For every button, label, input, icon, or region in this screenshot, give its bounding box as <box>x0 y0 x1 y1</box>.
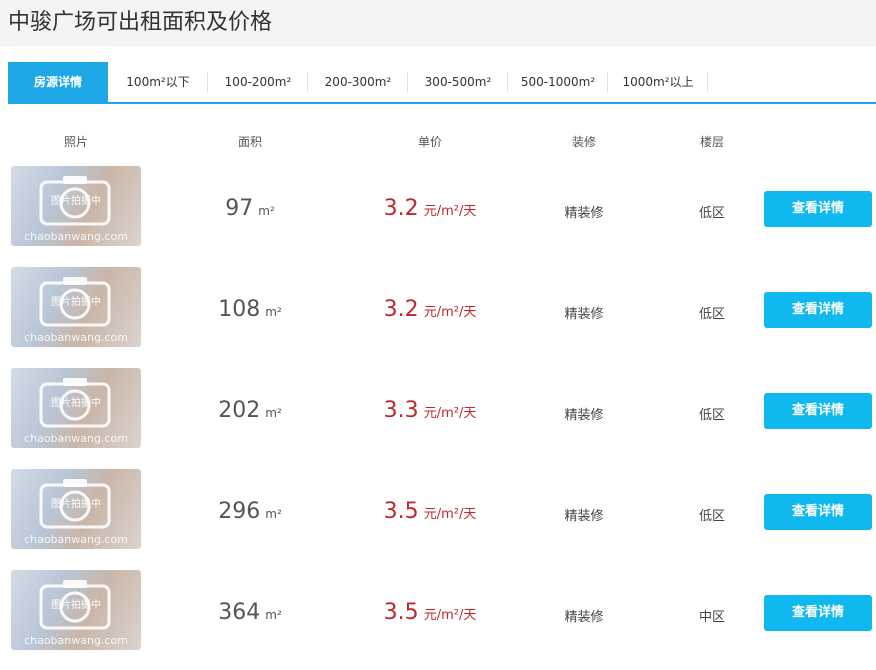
listing-row: 图片拍摄中 chaobanwang.com 97 m² 3.2 元/m²/天 精… <box>0 166 876 246</box>
listing-photo[interactable]: 图片拍摄中 chaobanwang.com <box>11 267 141 347</box>
tab-divider <box>707 72 708 92</box>
decoration-value: 精装修 <box>564 610 604 625</box>
listing-row: 图片拍摄中 chaobanwang.com 364 m² 3.5 元/m²/天 … <box>0 570 876 650</box>
listing-photo[interactable]: 图片拍摄中 chaobanwang.com <box>11 368 141 448</box>
tab-label: 100m²以下 <box>126 75 190 89</box>
area-unit: m² <box>265 608 282 622</box>
view-details-button[interactable]: 查看详情 <box>764 191 872 227</box>
floor-value: 低区 <box>698 307 725 322</box>
watermark-text: chaobanwang.com <box>24 230 128 243</box>
tab-under-100[interactable]: 100m²以下 <box>108 62 208 102</box>
decoration-value: 精装修 <box>564 408 604 423</box>
price-value: 3.3 <box>383 398 419 423</box>
floor-value: 中区 <box>698 610 725 625</box>
tab-listing-details[interactable]: 房源详情 <box>8 62 108 102</box>
watermark-text: chaobanwang.com <box>24 432 128 445</box>
title-bar: 中骏广场可出租面积及价格 <box>0 0 876 46</box>
tab-over-1000[interactable]: 1000m²以上 <box>608 62 708 102</box>
area-cell: 364 m² <box>190 600 310 625</box>
column-header-area: 面积 <box>237 135 262 149</box>
watermark-text: chaobanwang.com <box>24 634 128 647</box>
area-value: 296 <box>218 499 261 524</box>
price-cell: 3.2 元/m²/天 <box>360 297 500 322</box>
tab-500-1000[interactable]: 500-1000m² <box>508 62 608 102</box>
watermark-text: chaobanwang.com <box>24 533 128 546</box>
price-value: 3.5 <box>383 499 419 524</box>
decoration-value: 精装修 <box>564 307 604 322</box>
listing-row: 图片拍摄中 chaobanwang.com 108 m² 3.2 元/m²/天 … <box>0 267 876 347</box>
listing-photo[interactable]: 图片拍摄中 chaobanwang.com <box>11 570 141 650</box>
tab-label: 1000m²以上 <box>622 75 694 89</box>
floor-value: 低区 <box>698 509 725 524</box>
view-details-button[interactable]: 查看详情 <box>764 393 872 429</box>
view-details-button[interactable]: 查看详情 <box>764 595 872 631</box>
page-title: 中骏广场可出租面积及价格 <box>8 10 273 35</box>
column-header-photo: 照片 <box>63 135 88 149</box>
price-cell: 3.5 元/m²/天 <box>360 499 500 524</box>
area-cell: 202 m² <box>190 398 310 423</box>
area-value: 97 <box>225 196 254 221</box>
tab-label: 500-1000m² <box>520 75 596 89</box>
column-header-decoration: 装修 <box>571 135 596 149</box>
listing-photo[interactable]: 图片拍摄中 chaobanwang.com <box>11 166 141 246</box>
decoration-value: 精装修 <box>564 509 604 524</box>
tab-label: 100-200m² <box>224 75 292 89</box>
column-header-price: 单价 <box>417 135 442 149</box>
tab-200-300[interactable]: 200-300m² <box>308 62 408 102</box>
area-value: 364 <box>218 600 261 625</box>
watermark-text: chaobanwang.com <box>24 331 128 344</box>
price-unit: 元/m²/天 <box>423 406 477 421</box>
area-cell: 108 m² <box>190 297 310 322</box>
area-value: 108 <box>218 297 261 322</box>
decoration-value: 精装修 <box>564 206 604 221</box>
price-value: 3.5 <box>383 600 419 625</box>
view-details-button[interactable]: 查看详情 <box>764 292 872 328</box>
area-unit: m² <box>258 204 275 218</box>
price-value: 3.2 <box>383 196 419 221</box>
tab-100-200[interactable]: 100-200m² <box>208 62 308 102</box>
area-unit: m² <box>265 507 282 521</box>
tab-300-500[interactable]: 300-500m² <box>408 62 508 102</box>
price-cell: 3.2 元/m²/天 <box>360 196 500 221</box>
price-unit: 元/m²/天 <box>423 305 477 320</box>
photo-pending-caption: 图片拍摄中 <box>51 297 101 308</box>
floor-value: 低区 <box>698 206 725 221</box>
photo-pending-caption: 图片拍摄中 <box>51 600 101 611</box>
listing-row: 图片拍摄中 chaobanwang.com 202 m² 3.3 元/m²/天 … <box>0 368 876 448</box>
photo-pending-caption: 图片拍摄中 <box>51 499 101 510</box>
area-cell: 296 m² <box>190 499 310 524</box>
tab-label: 200-300m² <box>324 75 392 89</box>
price-unit: 元/m²/天 <box>423 204 477 219</box>
price-cell: 3.5 元/m²/天 <box>360 600 500 625</box>
column-header-floor: 楼层 <box>699 135 724 149</box>
area-value: 202 <box>218 398 261 423</box>
view-details-button[interactable]: 查看详情 <box>764 494 872 530</box>
listing-row: 图片拍摄中 chaobanwang.com 296 m² 3.5 元/m²/天 … <box>0 469 876 549</box>
area-unit: m² <box>265 305 282 319</box>
photo-pending-caption: 图片拍摄中 <box>51 398 101 409</box>
area-cell: 97 m² <box>190 196 310 221</box>
price-unit: 元/m²/天 <box>423 507 477 522</box>
area-unit: m² <box>265 406 282 420</box>
price-value: 3.2 <box>383 297 419 322</box>
floor-value: 低区 <box>698 408 725 423</box>
photo-pending-caption: 图片拍摄中 <box>51 196 101 207</box>
filter-tabs: 房源详情 100m²以下 100-200m² 200-300m² 300-500… <box>8 62 876 104</box>
listing-photo[interactable]: 图片拍摄中 chaobanwang.com <box>11 469 141 549</box>
price-cell: 3.3 元/m²/天 <box>360 398 500 423</box>
price-unit: 元/m²/天 <box>423 608 477 623</box>
tab-label: 300-500m² <box>424 75 492 89</box>
